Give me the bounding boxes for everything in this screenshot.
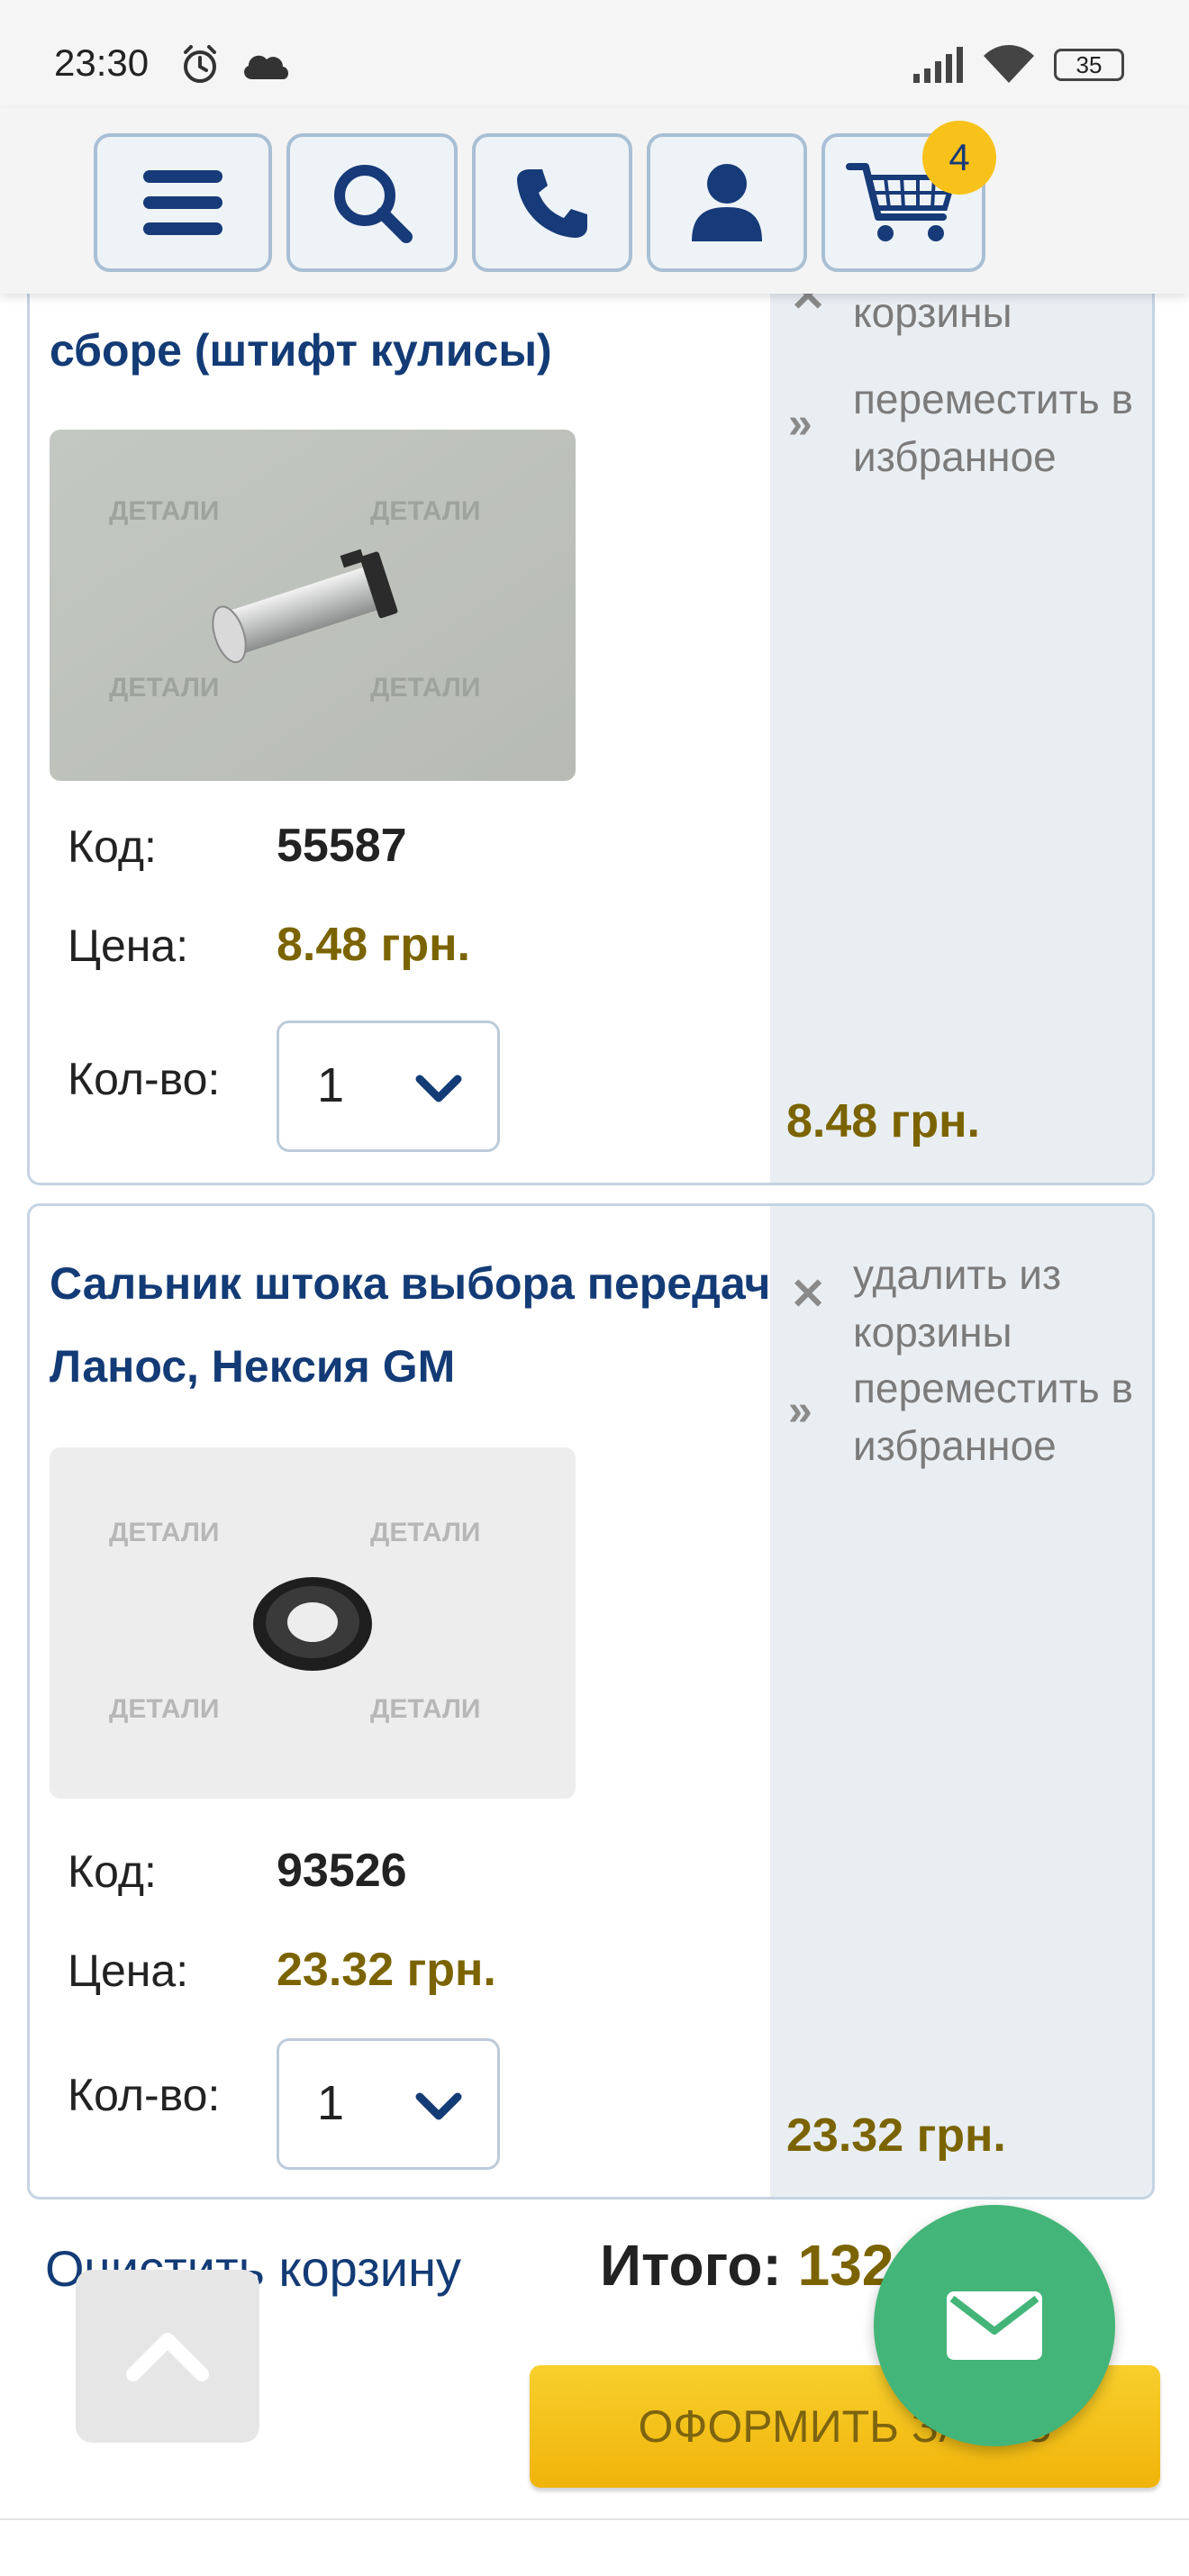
watermark-text: ДЕТАЛИ — [109, 673, 219, 703]
search-icon — [334, 165, 413, 243]
chevron-down-icon — [415, 1075, 462, 1102]
product-image[interactable]: ДЕТАЛИ ДЕТАЛИ ДЕТАЛИ ДЕТАЛИ — [50, 1447, 576, 1799]
wifi-icon — [984, 45, 1034, 83]
battery-icon: 35 — [1054, 49, 1124, 81]
quantity-value: 1 — [317, 2076, 345, 2130]
watermark-text: ДЕТАЛИ — [109, 1518, 219, 1547]
battery-level: 35 — [1076, 50, 1103, 78]
product-title[interactable]: Сальник штока выбора передач Ланос, Некс… — [50, 1242, 788, 1408]
user-icon — [692, 164, 762, 241]
product-title[interactable]: сборе (штифт кулисы) — [50, 309, 788, 392]
chevron-down-icon — [415, 2092, 462, 2120]
watermark-text: ДЕТАЛИ — [109, 1694, 219, 1724]
alarm-icon — [184, 45, 216, 83]
cart-item: ✕ корзины » переместить в избранное 8.48… — [27, 234, 1155, 1185]
cart-count-badge: 4 — [922, 121, 996, 195]
code-label: Код: — [68, 1846, 157, 1897]
watermark-text: ДЕТАЛИ — [370, 673, 480, 703]
quantity-value: 1 — [317, 1058, 345, 1112]
remove-from-cart-link[interactable]: удалить из корзины — [853, 1246, 1152, 1361]
status-bar: 23:30 35 — [0, 0, 1189, 108]
quantity-label: Кол-во: — [68, 1054, 221, 1104]
product-price: 23.32 грн. — [277, 1944, 496, 1996]
divider — [0, 2518, 1189, 2520]
close-icon[interactable]: ✕ — [790, 1269, 826, 1320]
account-button[interactable] — [647, 133, 807, 272]
product-code: 55587 — [277, 820, 407, 872]
quantity-select[interactable]: 1 — [277, 1020, 500, 1152]
total-label: Итого: — [600, 2233, 782, 2298]
quantity-label: Кол-во: — [68, 2070, 221, 2120]
double-chevron-icon[interactable]: » — [788, 399, 812, 449]
item-side-panel: ✕ корзины » переместить в избранное 8.48… — [770, 237, 1152, 1183]
status-time: 23:30 — [54, 41, 150, 84]
total: Итого: 132 — [600, 2232, 894, 2299]
item-sum: 8.48 грн. — [786, 1095, 980, 1147]
code-label: Код: — [68, 821, 157, 872]
double-chevron-icon[interactable]: » — [788, 1386, 812, 1436]
chevron-up-icon — [126, 2333, 209, 2381]
phone-button[interactable] — [472, 133, 632, 272]
watermark-text: ДЕТАЛИ — [370, 1518, 480, 1547]
signal-icon — [913, 47, 963, 83]
product-code: 93526 — [277, 1845, 407, 1897]
menu-icon — [143, 170, 222, 235]
watermark-text: ДЕТАЛИ — [109, 496, 219, 526]
item-side-panel: ✕ удалить из корзины » переместить в изб… — [770, 1206, 1152, 2197]
item-sum: 23.32 грн. — [786, 2109, 1006, 2162]
watermark-text: ДЕТАЛИ — [370, 1694, 480, 1724]
move-to-favorites-link[interactable]: переместить в избранное — [853, 1359, 1152, 1474]
product-price: 8.48 грн. — [277, 919, 470, 971]
quantity-select[interactable]: 1 — [277, 2038, 500, 2170]
search-button[interactable] — [286, 133, 458, 272]
cart-item: ✕ удалить из корзины » переместить в изб… — [27, 1203, 1155, 2200]
move-to-favorites-link[interactable]: переместить в избранное — [853, 370, 1152, 485]
phone-icon — [517, 169, 587, 238]
top-nav: 4 — [0, 108, 1189, 294]
product-image[interactable]: ДЕТАЛИ ДЕТАЛИ ДЕТАЛИ ДЕТАЛИ — [50, 430, 576, 781]
mail-icon — [947, 2291, 1042, 2360]
price-label: Цена: — [68, 1946, 189, 1996]
message-button[interactable] — [874, 2205, 1115, 2446]
menu-button[interactable] — [94, 133, 272, 272]
scroll-top-button[interactable] — [76, 2270, 259, 2443]
cloud-icon — [244, 55, 288, 79]
price-label: Цена: — [68, 921, 189, 971]
watermark-text: ДЕТАЛИ — [370, 496, 480, 526]
